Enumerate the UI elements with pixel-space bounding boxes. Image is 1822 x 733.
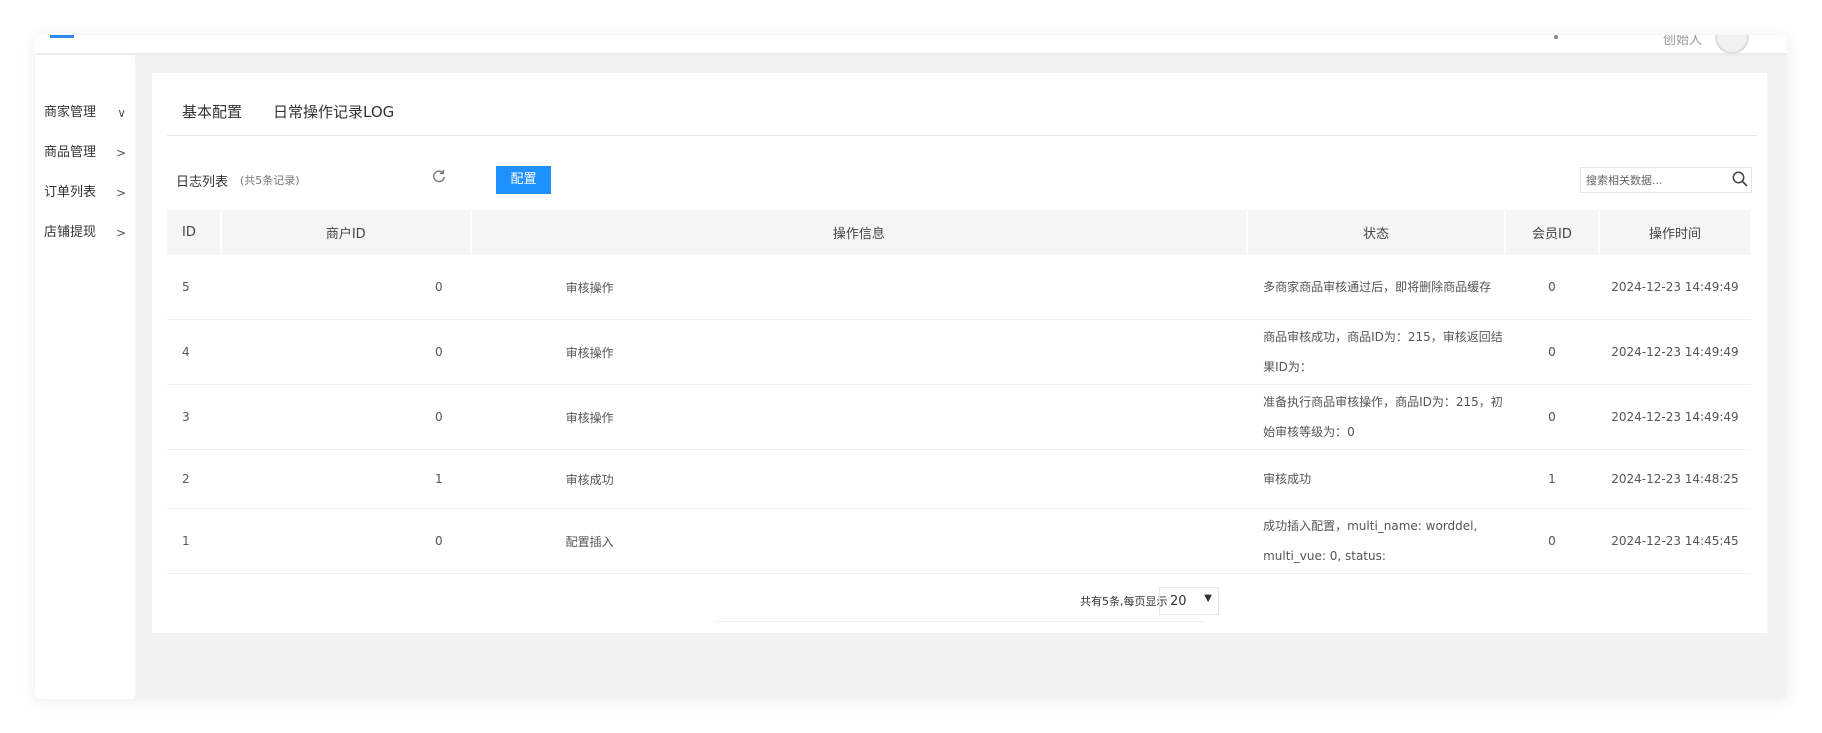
- table-row[interactable]: 2 1 审核成功 审核成功 1 2024-12-23 14:48:25: [167, 449, 1751, 509]
- cell-status: 多商家商品审核通过后，即将删除商品缓存: [1247, 255, 1505, 320]
- cell-id: 1: [167, 508, 221, 574]
- column-header-id: ID: [167, 210, 222, 255]
- page-size-value: 20: [1170, 594, 1187, 609]
- cell-operation-time: 2024-12-23 14:45:45: [1598, 508, 1751, 574]
- cell-operation-info: 审核操作: [470, 319, 1248, 385]
- cell-merchant-id: 0: [220, 319, 471, 385]
- column-header-operation-info: 操作信息: [470, 210, 1249, 255]
- app-frame: 创始人 商家管理 ∨ 商品管理 > 订单列表 > 店铺提现 > 基本配置 日常操…: [35, 35, 1787, 699]
- tab-bar: 基本配置 日常操作记录LOG: [167, 73, 1757, 136]
- sidebar-item-merchant-management[interactable]: 商家管理 ∨: [44, 101, 126, 125]
- cell-id: 5: [167, 255, 221, 320]
- search-box: [1580, 167, 1752, 193]
- tab-daily-log[interactable]: 日常操作记录LOG: [273, 101, 394, 122]
- top-bar: 创始人: [35, 35, 1787, 54]
- pagination: 共有5条,每页显示 20 ▼: [714, 583, 1219, 622]
- main-panel: 基本配置 日常操作记录LOG 日志列表 (共5条记录) 配置 ID 商户ID 操…: [152, 73, 1767, 633]
- sidebar-item-label: 商家管理: [44, 105, 97, 120]
- cell-operation-info: 审核操作: [470, 384, 1248, 450]
- cell-merchant-id: 0: [220, 508, 471, 574]
- cell-id: 4: [167, 319, 221, 385]
- cell-id: 2: [167, 449, 221, 509]
- sidebar-item-product-management[interactable]: 商品管理 >: [44, 141, 126, 165]
- avatar[interactable]: [1715, 35, 1749, 54]
- search-input[interactable]: [1581, 168, 1724, 192]
- table-row[interactable]: 1 0 配置插入 成功插入配置，multi_name: worddel, mul…: [167, 508, 1751, 574]
- table-row[interactable]: 5 0 审核操作 多商家商品审核通过后，即将删除商品缓存 0 2024-12-2…: [167, 255, 1751, 320]
- caret-down-icon: ▼: [1204, 593, 1212, 604]
- cell-status: 准备执行商品审核操作，商品ID为：215，初始审核等级为：0: [1247, 384, 1505, 450]
- cell-merchant-id: 0: [220, 255, 471, 320]
- cell-id: 3: [167, 384, 221, 450]
- table-row[interactable]: 4 0 审核操作 商品审核成功，商品ID为：215，审核返回结果ID为： 0 2…: [167, 319, 1751, 385]
- sidebar-item-label: 订单列表: [44, 185, 97, 200]
- chevron-right-icon: >: [115, 146, 126, 160]
- cell-operation-time: 2024-12-23 14:49:49: [1598, 255, 1751, 320]
- page-size-select[interactable]: 20 ▼: [1159, 587, 1219, 615]
- chevron-down-icon: ∨: [117, 106, 126, 120]
- cell-operation-time: 2024-12-23 14:48:25: [1598, 449, 1751, 509]
- cell-operation-info: 配置插入: [470, 508, 1248, 574]
- menu-icon[interactable]: [50, 35, 74, 38]
- log-table: ID 商户ID 操作信息 状态 会员ID 操作时间 5 0 审核操作 多商家商品…: [167, 210, 1753, 574]
- cell-member-id: 0: [1505, 319, 1599, 385]
- user-name[interactable]: 创始人: [1663, 35, 1702, 48]
- notification-icon[interactable]: [1554, 35, 1558, 39]
- table-row[interactable]: 3 0 审核操作 准备执行商品审核操作，商品ID为：215，初始审核等级为：0 …: [167, 384, 1751, 450]
- cell-operation-time: 2024-12-23 14:49:49: [1598, 319, 1751, 385]
- tab-basic-config[interactable]: 基本配置: [182, 101, 242, 122]
- config-button[interactable]: 配置: [496, 166, 551, 194]
- column-header-status: 状态: [1247, 210, 1506, 255]
- sidebar-item-label: 商品管理: [44, 145, 97, 160]
- chevron-right-icon: >: [115, 186, 126, 200]
- cell-member-id: 1: [1505, 449, 1599, 509]
- list-title: 日志列表: [176, 175, 229, 190]
- cell-member-id: 0: [1505, 508, 1599, 574]
- sidebar-item-store-withdrawal[interactable]: 店铺提现 >: [44, 221, 126, 245]
- pagination-summary: 共有5条,每页显示: [1080, 595, 1168, 608]
- cell-merchant-id: 0: [220, 384, 471, 450]
- chevron-right-icon: >: [115, 226, 126, 240]
- column-header-merchant-id: 商户ID: [220, 210, 472, 255]
- column-header-operation-time: 操作时间: [1598, 210, 1753, 255]
- cell-operation-info: 审核操作: [470, 255, 1248, 320]
- cell-operation-info: 审核成功: [470, 449, 1248, 509]
- cell-member-id: 0: [1505, 384, 1599, 450]
- refresh-icon[interactable]: [432, 169, 446, 183]
- cell-merchant-id: 1: [220, 449, 471, 509]
- cell-member-id: 0: [1505, 255, 1599, 320]
- cell-operation-time: 2024-12-23 14:49:49: [1598, 384, 1751, 450]
- cell-status: 成功插入配置，multi_name: worddel, multi_vue: 0…: [1247, 508, 1505, 574]
- sidebar: 商家管理 ∨ 商品管理 > 订单列表 > 店铺提现 >: [35, 55, 135, 699]
- search-icon[interactable]: [1731, 170, 1749, 188]
- sidebar-item-order-list[interactable]: 订单列表 >: [44, 181, 126, 205]
- column-header-member-id: 会员ID: [1505, 210, 1600, 255]
- table-header-row: ID 商户ID 操作信息 状态 会员ID 操作时间: [167, 210, 1753, 255]
- record-count: (共5条记录): [240, 174, 300, 187]
- sidebar-item-label: 店铺提现: [44, 225, 97, 240]
- cell-status: 审核成功: [1247, 449, 1505, 509]
- cell-status: 商品审核成功，商品ID为：215，审核返回结果ID为：: [1247, 319, 1505, 385]
